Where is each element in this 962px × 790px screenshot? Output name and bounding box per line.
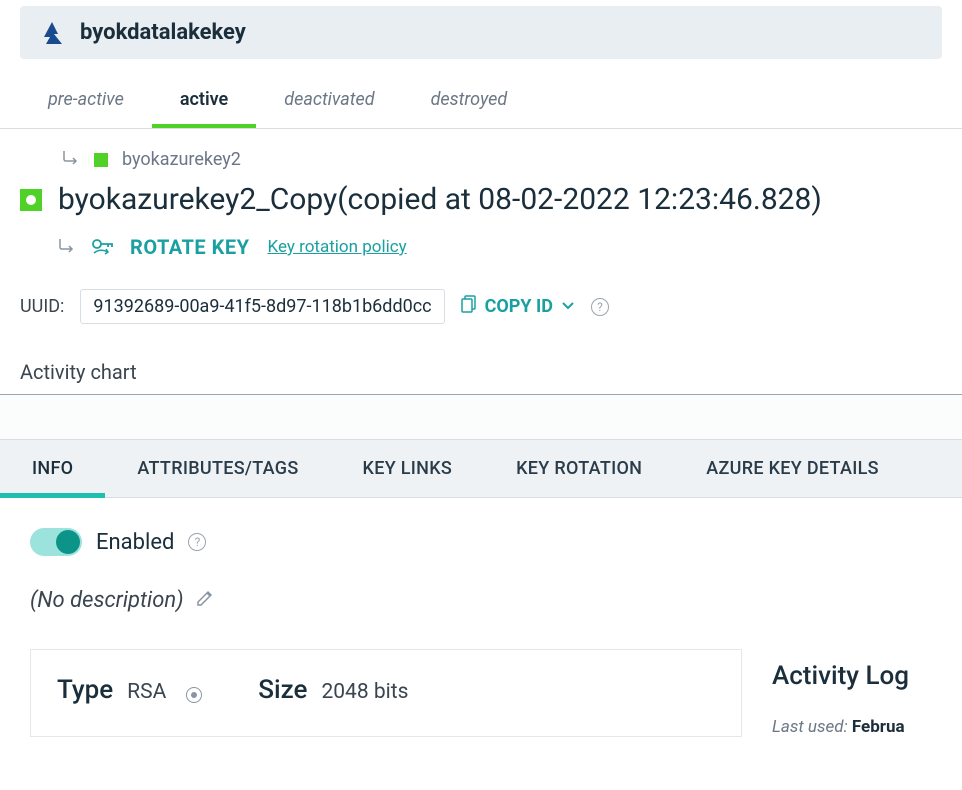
activity-chart-section[interactable]: Activity chart xyxy=(0,324,962,395)
uuid-value: 91392689-00a9-41f5-8d97-118b1b6dd0cc xyxy=(80,289,444,324)
tab-destroyed[interactable]: destroyed xyxy=(403,75,536,128)
enabled-label: Enabled xyxy=(96,530,174,555)
help-icon[interactable]: ? xyxy=(188,533,206,551)
description-text: (No description) xyxy=(30,588,184,613)
indent-arrow-icon xyxy=(58,237,76,258)
copy-icon xyxy=(461,295,477,318)
enabled-toggle-row: Enabled ? xyxy=(30,528,932,556)
size-label: Size xyxy=(258,675,307,705)
info-panel: Enabled ? (No description) Type RSA Size… xyxy=(0,498,962,737)
rotate-key-icon xyxy=(90,236,116,258)
help-icon[interactable]: ? xyxy=(591,298,609,316)
last-used-value: Februa xyxy=(852,717,905,737)
key-rotation-policy-link[interactable]: Key rotation policy xyxy=(268,237,407,257)
description-row: (No description) xyxy=(30,556,932,613)
spacer xyxy=(0,395,962,439)
activity-log-panel: Activity Log Last used: Februa xyxy=(772,649,932,737)
indent-arrow-icon xyxy=(62,149,80,170)
subtab-key-links[interactable]: KEY LINKS xyxy=(331,440,485,497)
last-used-row: Last used: Februa xyxy=(772,717,932,737)
copy-id-button[interactable]: COPY ID xyxy=(461,295,575,318)
status-indicator-icon xyxy=(94,153,108,167)
copy-id-label: COPY ID xyxy=(485,296,553,317)
azure-icon xyxy=(40,22,66,44)
tab-active[interactable]: active xyxy=(152,75,256,128)
size-field: Size 2048 bits xyxy=(258,675,408,705)
edit-icon[interactable] xyxy=(196,589,214,612)
status-tabs: pre-active active deactivated destroyed xyxy=(0,75,962,129)
key-title-row: byokazurekey2_Copy(copied at 08-02-2022 … xyxy=(0,170,962,217)
size-value: 2048 bits xyxy=(321,680,408,704)
subtab-key-rotation[interactable]: KEY ROTATION xyxy=(484,440,674,497)
rotate-row: ROTATE KEY Key rotation policy xyxy=(0,217,962,259)
target-icon xyxy=(186,687,202,703)
detail-tabs: INFO ATTRIBUTES/TAGS KEY LINKS KEY ROTAT… xyxy=(0,439,962,498)
type-value: RSA xyxy=(127,680,166,704)
status-indicator-large-icon xyxy=(20,189,42,211)
type-field: Type RSA xyxy=(57,675,202,705)
header-banner: byokdatalakekey xyxy=(20,6,942,59)
uuid-row: UUID: 91392689-00a9-41f5-8d97-118b1b6dd0… xyxy=(0,259,962,324)
details-row: Type RSA Size 2048 bits Activity Log Las… xyxy=(30,613,932,737)
breadcrumb: byokazurekey2 xyxy=(0,129,962,170)
activity-log-title: Activity Log xyxy=(772,661,932,691)
rotate-key-button[interactable]: ROTATE KEY xyxy=(130,235,250,259)
tab-deactivated[interactable]: deactivated xyxy=(256,75,402,128)
subtab-azure-details[interactable]: AZURE KEY DETAILS xyxy=(674,440,911,497)
enabled-toggle[interactable] xyxy=(30,528,82,556)
subtab-info[interactable]: INFO xyxy=(0,440,105,497)
tab-pre-active[interactable]: pre-active xyxy=(20,75,152,128)
key-details-card: Type RSA Size 2048 bits xyxy=(30,649,742,737)
type-label: Type xyxy=(57,675,113,705)
chevron-down-icon xyxy=(561,299,575,315)
breadcrumb-parent[interactable]: byokazurekey2 xyxy=(122,149,241,170)
activity-chart-label: Activity chart xyxy=(20,360,137,384)
last-used-label: Last used: xyxy=(772,717,848,737)
key-title: byokazurekey2_Copy(copied at 08-02-2022 … xyxy=(58,182,822,217)
page-title: byokdatalakekey xyxy=(80,20,246,45)
uuid-label: UUID: xyxy=(20,296,64,317)
subtab-attributes[interactable]: ATTRIBUTES/TAGS xyxy=(105,440,330,497)
